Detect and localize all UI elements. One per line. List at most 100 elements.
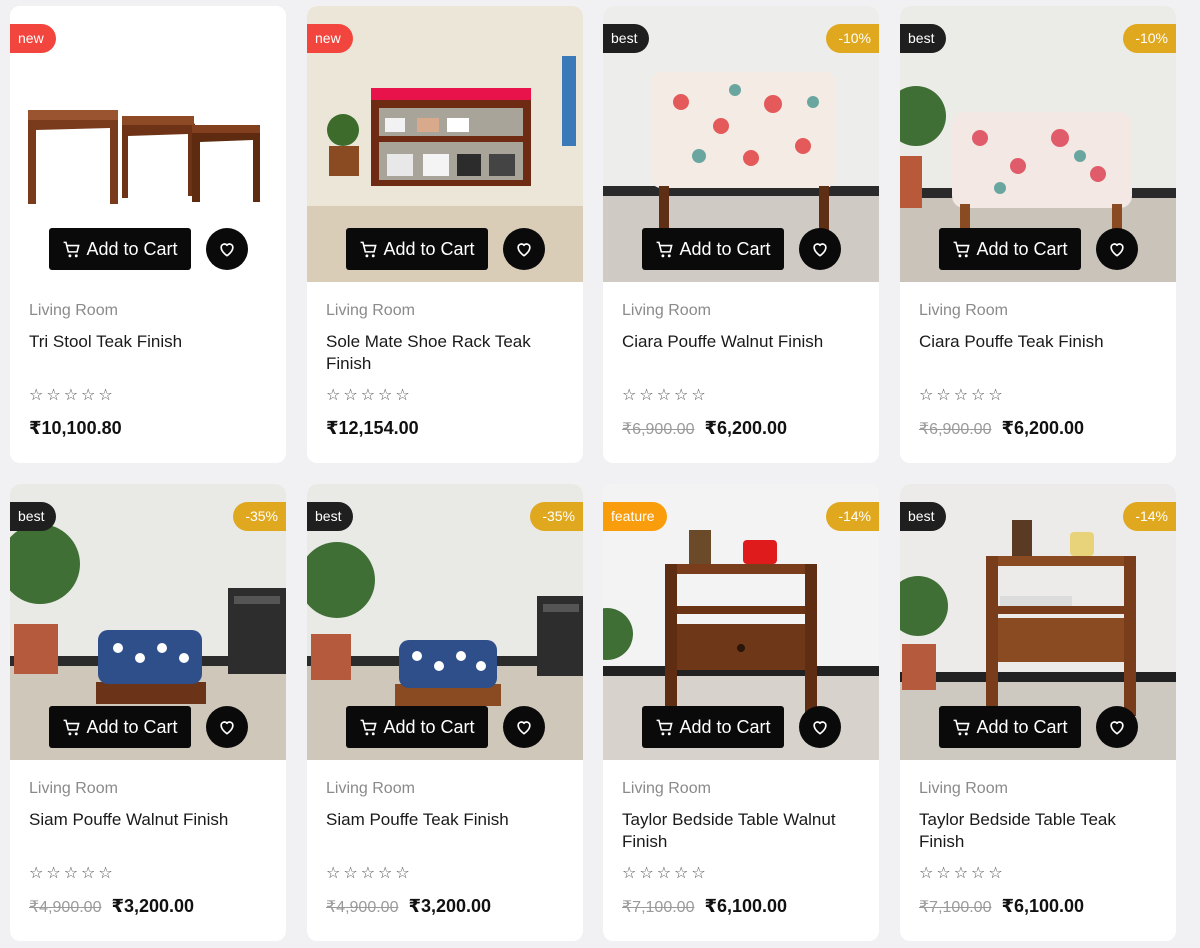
product-category[interactable]: Living Room <box>29 302 118 320</box>
star-rating: ☆ ☆ ☆ ☆ ☆ <box>29 866 113 882</box>
product-title[interactable]: Ciara Pouffe Walnut Finish <box>622 331 862 353</box>
heart-icon <box>220 243 234 257</box>
add-to-cart-button[interactable]: Add to Cart <box>49 228 191 270</box>
add-to-cart-label: Add to Cart <box>383 238 475 259</box>
product-card[interactable]: best -10% Add to Cart Living Room Ciara … <box>603 6 879 463</box>
product-card[interactable]: best -35% Add to Cart Living Room Siam P… <box>307 484 583 941</box>
add-to-cart-button[interactable]: Add to Cart <box>939 228 1081 270</box>
product-category[interactable]: Living Room <box>29 780 118 798</box>
star-outline-icon: ☆ <box>395 387 410 404</box>
product-category[interactable]: Living Room <box>622 780 711 798</box>
badge-feature: feature <box>603 502 667 531</box>
badge-best: best <box>900 24 947 53</box>
star-outline-icon: ☆ <box>988 387 1003 404</box>
product-title[interactable]: Ciara Pouffe Teak Finish <box>919 331 1159 353</box>
star-outline-icon: ☆ <box>81 865 96 882</box>
badge-best: best <box>307 502 354 531</box>
original-price: ₹7,100.00 <box>919 899 992 916</box>
star-outline-icon: ☆ <box>395 865 410 882</box>
star-rating: ☆ ☆ ☆ ☆ ☆ <box>326 388 410 404</box>
star-outline-icon: ☆ <box>622 387 637 404</box>
product-title[interactable]: Taylor Bedside Table Teak Finish <box>919 809 1159 853</box>
price-row: ₹7,100.00 ₹6,100.00 <box>622 896 787 917</box>
star-outline-icon: ☆ <box>360 865 376 882</box>
cart-icon <box>64 241 81 257</box>
price-row: ₹12,154.00 <box>326 418 419 439</box>
star-outline-icon: ☆ <box>360 387 376 404</box>
product-category[interactable]: Living Room <box>326 780 415 798</box>
star-rating: ☆ ☆ ☆ ☆ ☆ <box>622 388 706 404</box>
heart-icon <box>813 721 827 735</box>
original-price: ₹7,100.00 <box>622 899 695 916</box>
product-category[interactable]: Living Room <box>919 302 1008 320</box>
star-outline-icon: ☆ <box>378 387 393 404</box>
wishlist-button[interactable] <box>799 706 841 748</box>
star-outline-icon: ☆ <box>29 865 44 882</box>
wishlist-button[interactable] <box>1096 706 1138 748</box>
product-title[interactable]: Siam Pouffe Teak Finish <box>326 809 566 831</box>
cart-icon <box>657 719 674 735</box>
star-rating: ☆ ☆ ☆ ☆ ☆ <box>29 388 113 404</box>
heart-icon <box>517 721 531 735</box>
star-outline-icon: ☆ <box>919 387 934 404</box>
cart-icon <box>657 241 674 257</box>
add-to-cart-button[interactable]: Add to Cart <box>346 228 488 270</box>
product-title[interactable]: Siam Pouffe Walnut Finish <box>29 809 269 831</box>
star-outline-icon: ☆ <box>639 387 654 404</box>
star-outline-icon: ☆ <box>343 387 358 404</box>
add-to-cart-button[interactable]: Add to Cart <box>642 228 784 270</box>
product-title[interactable]: Taylor Bedside Table Walnut Finish <box>622 809 862 853</box>
wishlist-button[interactable] <box>503 706 545 748</box>
product-card[interactable]: best -35% Add to Cart Living Room Siam P… <box>10 484 286 941</box>
heart-icon <box>813 243 827 257</box>
wishlist-button[interactable] <box>1096 228 1138 270</box>
add-to-cart-button[interactable]: Add to Cart <box>49 706 191 748</box>
wishlist-button[interactable] <box>503 228 545 270</box>
discount-badge: -14% <box>1123 502 1176 531</box>
product-card[interactable]: feature -14% Add to Cart Living Room Tay… <box>603 484 879 941</box>
heart-icon <box>517 243 531 257</box>
wishlist-button[interactable] <box>799 228 841 270</box>
cart-icon <box>954 719 971 735</box>
badge-new: new <box>10 24 56 53</box>
star-outline-icon: ☆ <box>46 387 61 404</box>
product-category[interactable]: Living Room <box>326 302 415 320</box>
wishlist-button[interactable] <box>206 706 248 748</box>
product-title[interactable]: Tri Stool Teak Finish <box>29 331 269 353</box>
star-outline-icon: ☆ <box>326 387 341 404</box>
discount-badge: -14% <box>826 502 879 531</box>
star-outline-icon: ☆ <box>971 865 986 882</box>
star-outline-icon: ☆ <box>936 865 951 882</box>
star-outline-icon: ☆ <box>81 387 96 404</box>
star-outline-icon: ☆ <box>29 387 44 404</box>
product-card[interactable]: best -14% Add to Cart Living Room Taylor… <box>900 484 1176 941</box>
add-to-cart-button[interactable]: Add to Cart <box>346 706 488 748</box>
product-card[interactable]: new Add to Cart Living Room Sole Mate Sh… <box>307 6 583 463</box>
add-to-cart-button[interactable]: Add to Cart <box>939 706 1081 748</box>
badge-best: best <box>10 502 57 531</box>
badge-new: new <box>307 24 353 53</box>
sale-price: ₹12,154.00 <box>326 418 419 438</box>
discount-badge: -10% <box>826 24 879 53</box>
star-outline-icon: ☆ <box>953 865 969 882</box>
discount-badge: -10% <box>1123 24 1176 53</box>
product-card[interactable]: best -10% Add to Cart Living Room Ciara … <box>900 6 1176 463</box>
star-outline-icon: ☆ <box>326 865 341 882</box>
add-to-cart-button[interactable]: Add to Cart <box>642 706 784 748</box>
price-row: ₹7,100.00 ₹6,100.00 <box>919 896 1084 917</box>
sale-price: ₹6,100.00 <box>1001 896 1085 916</box>
product-card[interactable]: new Add to Cart Living Room Tri Stool Te… <box>10 6 286 463</box>
original-price: ₹6,900.00 <box>919 421 992 438</box>
star-rating: ☆ ☆ ☆ ☆ ☆ <box>919 388 1003 404</box>
star-outline-icon: ☆ <box>919 865 934 882</box>
product-title[interactable]: Sole Mate Shoe Rack Teak Finish <box>326 331 566 375</box>
wishlist-button[interactable] <box>206 228 248 270</box>
product-category[interactable]: Living Room <box>919 780 1008 798</box>
add-to-cart-label: Add to Cart <box>679 238 771 259</box>
star-outline-icon: ☆ <box>953 387 969 404</box>
add-to-cart-label: Add to Cart <box>976 238 1068 259</box>
star-outline-icon: ☆ <box>98 387 113 404</box>
star-outline-icon: ☆ <box>46 865 61 882</box>
product-category[interactable]: Living Room <box>622 302 711 320</box>
heart-icon <box>1110 721 1124 735</box>
